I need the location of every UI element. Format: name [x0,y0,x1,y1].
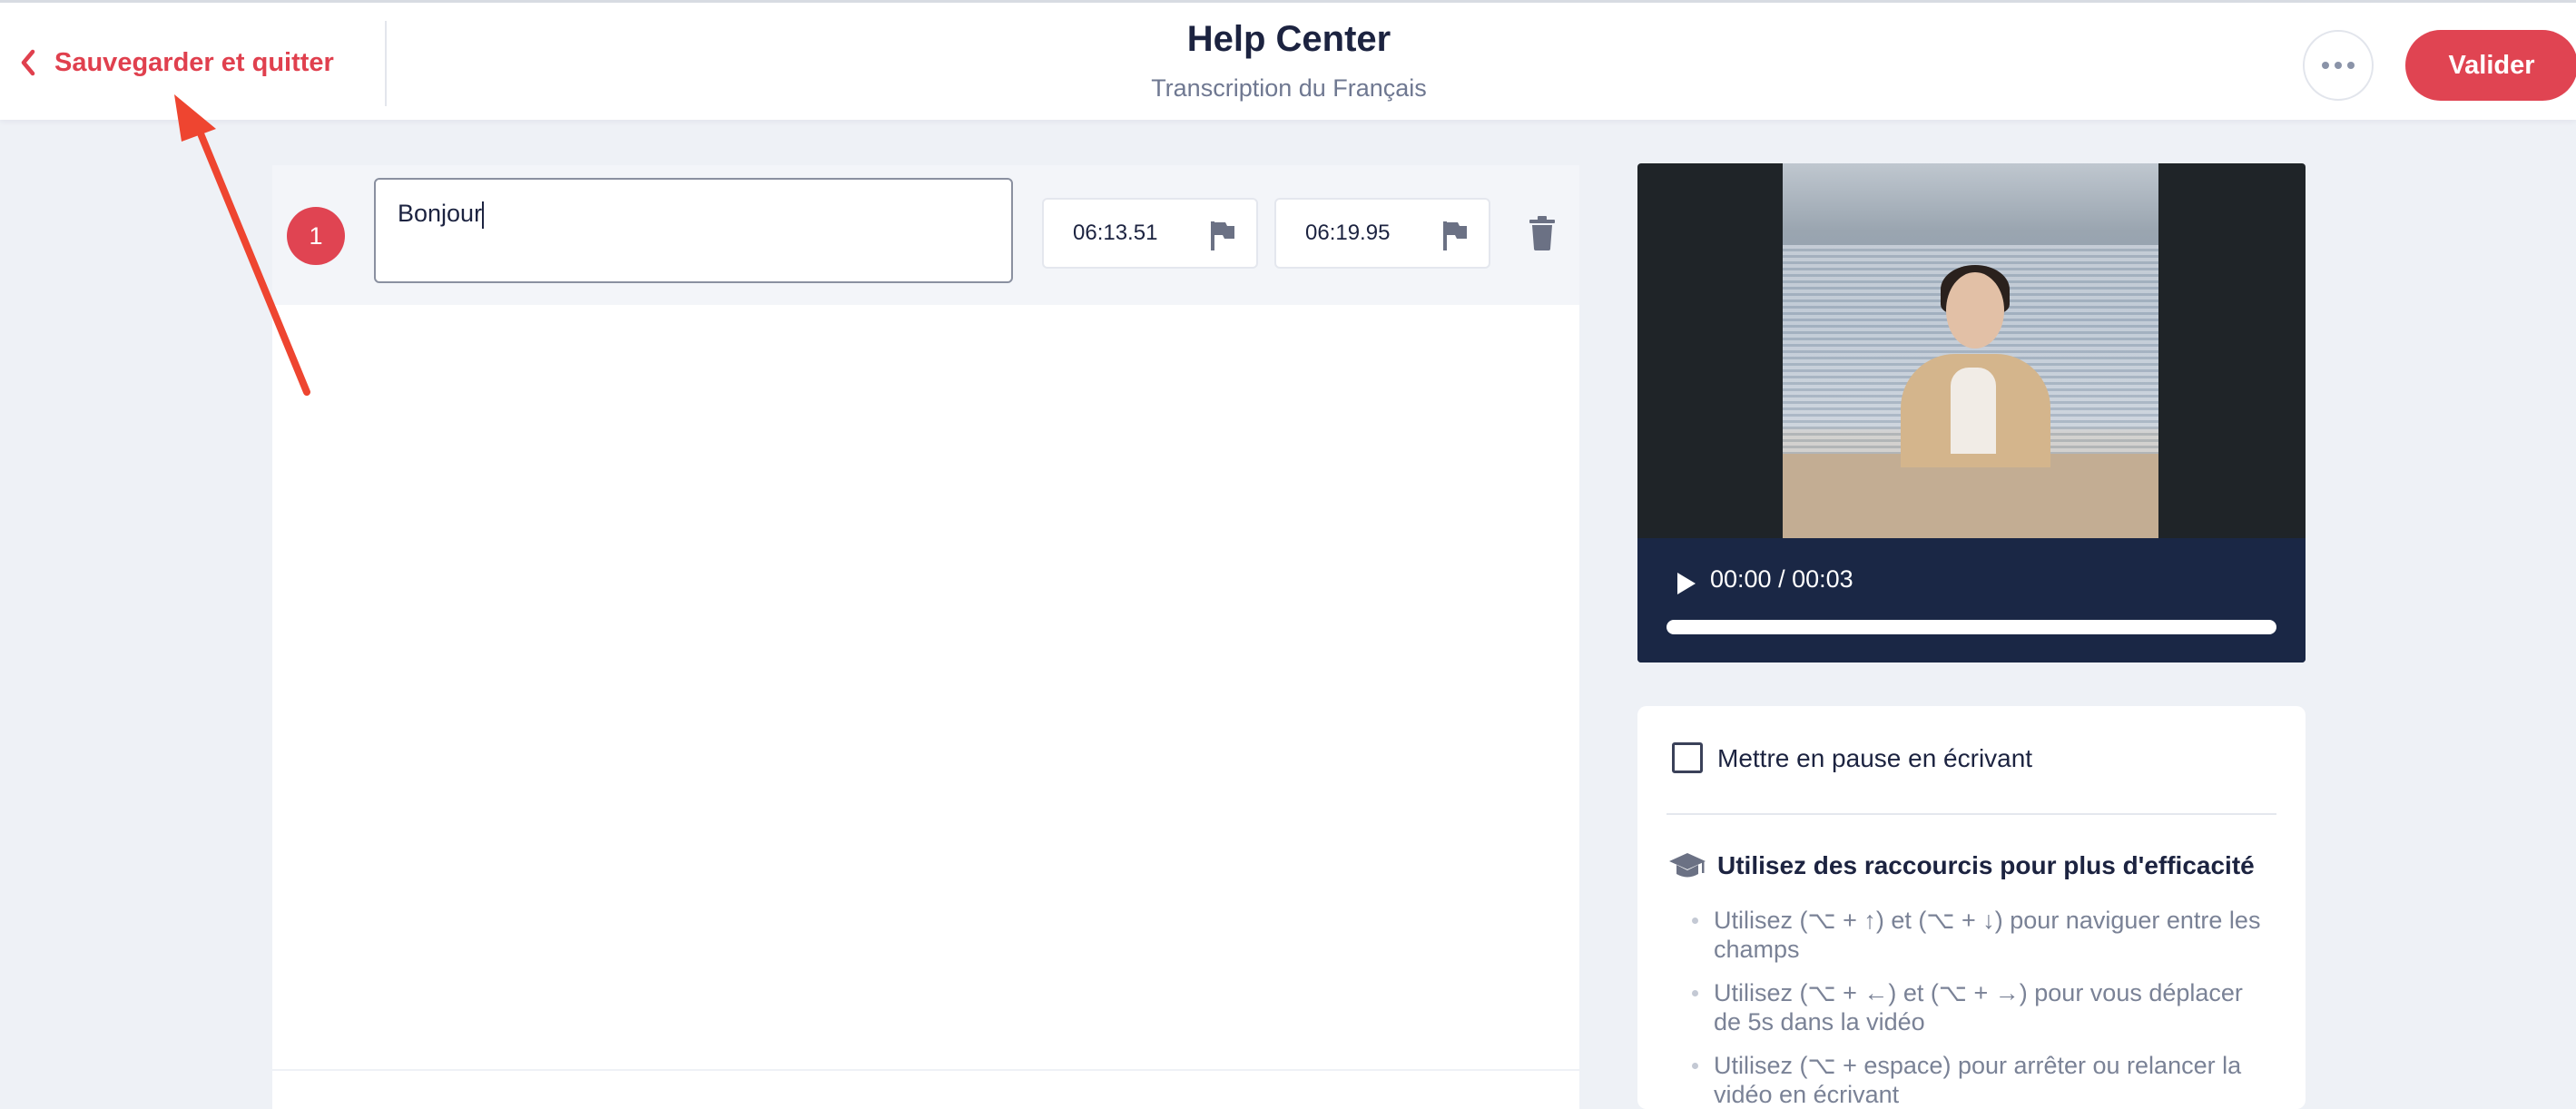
segment-text-input[interactable]: Bonjour [374,178,1013,283]
page-title: Help Center [1186,19,1391,59]
segment-row: 1 Bonjour 06:13.51 06:19.95 [272,165,1579,305]
segment-number-badge: 1 [287,207,345,265]
top-bar: Sauvegarder et quitter Help Center Trans… [0,0,2576,120]
video-frame [1783,163,2158,538]
options-divider [1667,813,2276,815]
pause-while-typing-checkbox[interactable] [1672,742,1703,773]
delete-segment-button[interactable] [1529,216,1556,255]
transcription-editor: 1 Bonjour 06:13.51 06:19.95 [272,165,1579,1109]
title-block: Help Center Transcription du Français [1017,19,1561,103]
video-controls: 00:00 / 00:03 [1637,538,2306,662]
video-time: 00:00 / 00:03 [1710,565,1853,593]
more-options-button[interactable] [2303,30,2374,101]
save-and-quit-button[interactable]: Sauvegarder et quitter [15,41,334,84]
graduation-cap-icon [1668,851,1706,887]
editor-footer-divider [272,1069,1579,1071]
shortcuts-list: Utilisez (⌥ + ↑) et (⌥ + ↓) pour navigue… [1692,906,2273,1109]
flag-icon[interactable] [1209,220,1236,257]
shortcut-tip: Utilisez (⌥ + espace) pour arrêter ou re… [1692,1051,2273,1109]
chevron-left-icon [15,44,42,81]
shortcut-tip: Utilisez (⌥ + ↑) et (⌥ + ↓) pour navigue… [1692,906,2273,964]
play-icon[interactable] [1676,571,1697,601]
text-cursor [482,201,485,229]
segment-text-value: Bonjour [398,200,483,227]
end-time-value: 06:19.95 [1305,221,1391,245]
flag-icon[interactable] [1441,220,1469,257]
start-time-field[interactable]: 06:13.51 [1042,198,1258,269]
end-time-field[interactable]: 06:19.95 [1274,198,1490,269]
more-dots-icon [2322,62,2329,69]
video-progress-bar[interactable] [1667,620,2276,634]
shortcuts-title: Utilisez des raccourcis pour plus d'effi… [1717,851,2255,879]
start-time-value: 06:13.51 [1073,221,1158,245]
options-card: Mettre en pause en écrivant Utilisez des… [1637,706,2306,1109]
video-player[interactable]: 00:00 / 00:03 [1637,163,2306,662]
trash-icon [1529,216,1555,250]
header-divider [385,21,387,106]
pause-while-typing-label[interactable]: Mettre en pause en écrivant [1717,744,2032,773]
page-subtitle: Transcription du Français [1151,74,1427,102]
save-and-quit-label: Sauvegarder et quitter [54,47,334,77]
validate-button[interactable]: Valider [2405,30,2576,101]
shortcut-tip: Utilisez (⌥ + ←) et (⌥ + →) pour vous dé… [1692,978,2273,1036]
